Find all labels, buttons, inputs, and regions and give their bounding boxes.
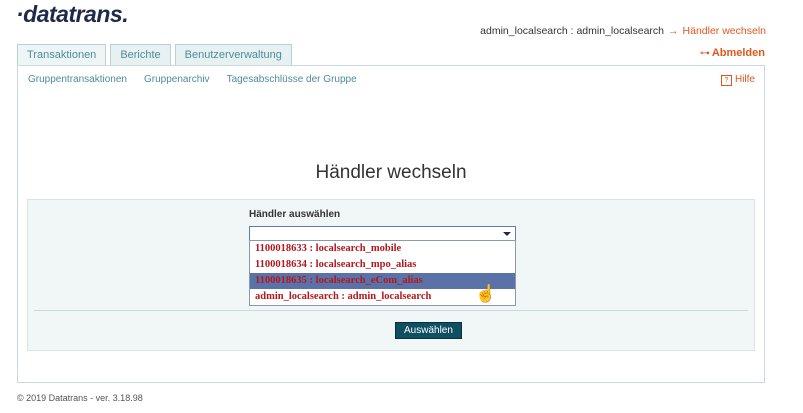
- footer-version: © 2019 Datatrans - ver. 3.18.98: [17, 393, 143, 403]
- tab-berichte[interactable]: Berichte: [110, 44, 171, 65]
- logout-link[interactable]: ⊶ Abmelden: [700, 47, 765, 59]
- hand-pointer-icon: ☝: [475, 284, 497, 303]
- dropdown-option[interactable]: 1100018634 : localsearch_mpo_alias: [250, 257, 515, 273]
- divider: [34, 310, 748, 311]
- help-label: Hilfe: [734, 74, 755, 85]
- tab-benutzerverwaltung[interactable]: Benutzerverwaltung: [174, 44, 292, 65]
- subnav-group-transactions[interactable]: Gruppentransaktionen: [28, 74, 127, 85]
- main-tabs: Transaktionen Berichte Benutzerverwaltun…: [17, 44, 296, 66]
- sub-navigation: Gruppentransaktionen Gruppenarchiv Tages…: [28, 74, 357, 85]
- select-button[interactable]: Auswählen: [395, 322, 462, 339]
- arrow-right-icon: →: [668, 25, 679, 37]
- page-title: Händler wechseln: [315, 162, 467, 183]
- subnav-group-archive[interactable]: Gruppenarchiv: [144, 74, 210, 85]
- tab-transaktionen[interactable]: Transaktionen: [17, 44, 107, 65]
- help-icon: ?: [720, 75, 732, 86]
- chevron-down-icon: [503, 232, 511, 236]
- key-icon: ⊶: [699, 48, 710, 59]
- switch-merchant-link[interactable]: Händler wechseln: [683, 25, 766, 37]
- user-name: admin_localsearch : admin_localsearch: [480, 25, 665, 37]
- user-info: admin_localsearch : admin_localsearch → Hä…: [480, 25, 766, 37]
- help-link[interactable]: ? Hilfe: [720, 74, 755, 86]
- merchant-select-label: Händler auswählen: [249, 209, 341, 220]
- datatrans-logo: ·datatrans.: [16, 1, 129, 27]
- dropdown-option[interactable]: 1100018633 : localsearch_mobile: [250, 241, 515, 257]
- content-pane: Gruppentransaktionen Gruppenarchiv Tages…: [17, 65, 765, 383]
- logout-label: Abmelden: [711, 47, 765, 59]
- subnav-group-daily-closings[interactable]: Tagesabschlüsse der Gruppe: [227, 74, 357, 85]
